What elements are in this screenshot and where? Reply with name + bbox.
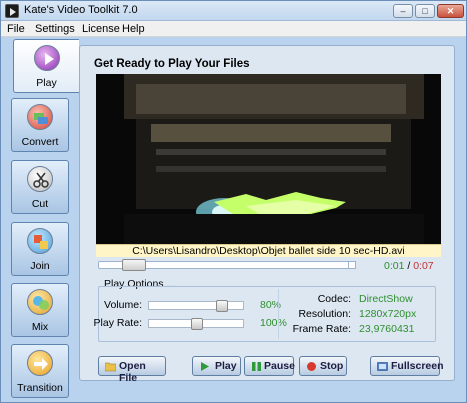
stop-icon [307,362,316,371]
sidebar-item-join[interactable]: Join [11,222,69,276]
volume-slider-thumb[interactable] [216,300,228,312]
open-file-button[interactable]: Open File [98,356,166,384]
play-rate-label: Play Rate: [93,317,142,329]
sidebar-item-mix[interactable]: Mix [11,283,69,337]
sidebar-item-label: Transition [17,382,63,394]
volume-slider[interactable] [148,300,244,312]
frame-rate-label: Frame Rate: [292,323,351,335]
sidebar-item-label: Mix [31,321,49,333]
codec-value: DirectShow [359,293,413,305]
window-title: Kate's Video Toolkit 7.0 [24,4,138,16]
maximize-button[interactable]: □ [415,4,435,18]
stop-button[interactable]: Stop [299,356,347,376]
fullscreen-icon [377,362,388,371]
title-bar[interactable]: Kate's Video Toolkit 7.0 – □ ✕ [1,1,466,21]
time-separator: / [407,260,411,272]
play-rate-slider[interactable] [148,318,244,330]
play-icon [33,45,60,71]
volume-label: Volume: [104,299,142,311]
seek-thumb[interactable] [122,259,146,271]
sidebar-item-convert[interactable]: Convert [11,98,69,152]
resolution-label: Resolution: [298,308,351,320]
time-readout: 0:01 / 0:07 [384,260,434,272]
sidebar-item-label: Join [30,260,50,272]
resolution-value: 1280x720px [359,308,417,320]
close-button[interactable]: ✕ [437,4,464,18]
menu-bar: File Settings License Help [1,21,466,37]
join-icon [27,228,53,254]
time-current: 0:01 [384,260,405,272]
app-window: Kate's Video Toolkit 7.0 – □ ✕ File Sett… [0,0,467,403]
panel-title: Get Ready to Play Your Files [94,58,250,70]
play-button-label: Play [215,360,237,372]
media-info: Codec: DirectShow Resolution: 1280x720px… [278,289,434,339]
play-button[interactable]: Play [192,356,241,376]
minimize-button[interactable]: – [393,4,413,18]
video-preview[interactable] [96,74,441,244]
folder-icon [105,362,116,372]
app-logo-icon [5,4,19,18]
sidebar: Play Convert Cut Join Mix Transition [1,37,79,402]
sidebar-item-label: Convert [21,136,59,148]
file-path-label: C:\Users\Lisandro\Desktop\Objet ballet s… [96,244,441,257]
menu-license[interactable]: License [82,23,120,35]
fullscreen-button-label: Fullscreen [391,360,444,372]
sidebar-item-play[interactable]: Play [13,39,79,93]
codec-label: Codec: [317,293,351,305]
frame-rate-value: 23,9760431 [359,323,415,335]
convert-icon [27,104,53,130]
play-panel: Get Ready to Play Your Files C:\Users\Li… [79,45,455,384]
sidebar-item-label: Cut [31,198,49,210]
fullscreen-button[interactable]: Fullscreen [370,356,444,376]
stop-button-label: Stop [320,360,344,372]
pause-button[interactable]: Pause [244,356,295,376]
time-total: 0:07 [413,260,434,272]
play-icon [201,362,209,371]
mix-icon [27,289,53,315]
menu-settings[interactable]: Settings [35,23,75,35]
sidebar-item-cut[interactable]: Cut [11,160,69,214]
play-rate-slider-thumb[interactable] [191,318,203,330]
scissors-icon [27,166,53,192]
pause-icon [252,362,261,371]
menu-file[interactable]: File [7,23,25,35]
seek-bar[interactable] [98,259,356,271]
open-file-label: Open File [119,360,146,384]
seek-end-marker [348,261,356,269]
transition-arrow-icon [27,350,53,376]
pause-button-label: Pause [264,360,295,372]
menu-help[interactable]: Help [122,23,145,35]
sidebar-item-transition[interactable]: Transition [11,344,69,398]
sidebar-item-label: Play [36,77,57,89]
